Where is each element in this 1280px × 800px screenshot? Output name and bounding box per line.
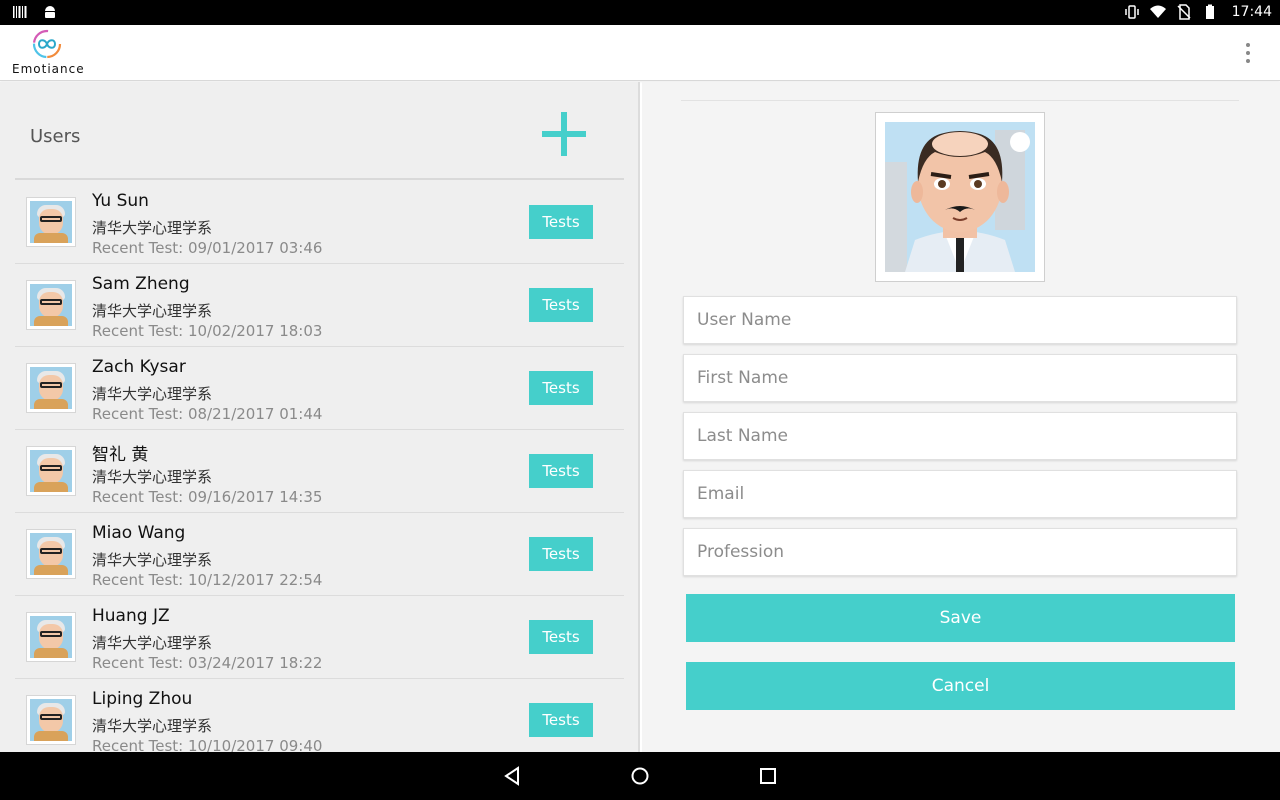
user-list-item[interactable]: Huang JZ 清华大学心理学系 Recent Test: 03/24/201…	[15, 596, 624, 679]
tests-button[interactable]: Tests	[529, 620, 593, 654]
user-name: Liping Zhou	[92, 689, 193, 709]
user-name: 智礼 黄	[92, 445, 149, 465]
user-list-item[interactable]: Sam Zheng 清华大学心理学系 Recent Test: 10/02/20…	[15, 264, 624, 347]
no-sim-icon	[1177, 4, 1191, 20]
status-bar: 17:44	[0, 0, 1280, 25]
avatar-cartoon-icon	[885, 122, 1035, 272]
user-department: 清华大学心理学系	[92, 717, 213, 735]
user-name: Huang JZ	[92, 606, 170, 626]
app-bar: Emotiance	[0, 25, 1280, 81]
user-department: 清华大学心理学系	[92, 468, 213, 486]
last-name-field[interactable]	[683, 412, 1237, 460]
add-user-button[interactable]	[542, 112, 586, 156]
user-recent-test: Recent Test: 03/24/2017 18:22	[92, 654, 323, 672]
email-field[interactable]	[683, 470, 1237, 518]
email-input[interactable]	[684, 471, 1236, 517]
user-department: 清华大学心理学系	[92, 219, 213, 237]
tests-button[interactable]: Tests	[529, 454, 593, 488]
avatar	[26, 363, 76, 413]
save-button[interactable]: Save	[686, 594, 1235, 642]
barcode-icon	[13, 6, 27, 18]
user-recent-test: Recent Test: 10/02/2017 18:03	[92, 322, 323, 340]
divider	[681, 100, 1239, 101]
user-recent-test: Recent Test: 09/16/2017 14:35	[92, 488, 323, 506]
wifi-icon	[1149, 5, 1166, 18]
tests-button[interactable]: Tests	[529, 703, 593, 737]
user-department: 清华大学心理学系	[92, 385, 213, 403]
cancel-button[interactable]: Cancel	[686, 662, 1235, 710]
user-list-item[interactable]: Miao Wang 清华大学心理学系 Recent Test: 10/12/20…	[15, 513, 624, 596]
avatar	[26, 197, 76, 247]
profession-field[interactable]	[683, 528, 1237, 576]
tests-button[interactable]: Tests	[529, 288, 593, 322]
users-header: Users	[15, 82, 624, 180]
tests-button[interactable]: Tests	[529, 537, 593, 571]
avatar	[26, 446, 76, 496]
user-recent-test: Recent Test: 10/10/2017 09:40	[92, 737, 323, 752]
battery-icon	[1205, 4, 1214, 19]
recents-icon[interactable]	[756, 764, 780, 788]
user-name: Miao Wang	[92, 523, 186, 543]
user-form-panel: Save Cancel	[642, 82, 1280, 752]
user-department: 清华大学心理学系	[92, 302, 213, 320]
profession-input[interactable]	[684, 529, 1236, 575]
navigation-bar	[0, 752, 1280, 800]
user-list-item[interactable]: 智礼 黄 清华大学心理学系 Recent Test: 09/16/2017 14…	[15, 430, 624, 513]
app-logo: Emotiance	[12, 29, 84, 77]
username-input[interactable]	[684, 297, 1236, 343]
tests-button[interactable]: Tests	[529, 205, 593, 239]
user-recent-test: Recent Test: 09/01/2017 03:46	[92, 239, 323, 257]
home-icon[interactable]	[628, 764, 652, 788]
user-name: Sam Zheng	[92, 274, 190, 294]
last-name-input[interactable]	[684, 413, 1236, 459]
logo-text: Emotiance	[12, 62, 85, 76]
users-panel: Users Yu Sun 清华大学心理学系 Recent Test: 09/01…	[0, 82, 640, 752]
first-name-field[interactable]	[683, 354, 1237, 402]
user-department: 清华大学心理学系	[92, 634, 213, 652]
user-list-item[interactable]: Yu Sun 清华大学心理学系 Recent Test: 09/01/2017 …	[15, 181, 624, 264]
vibrate-icon	[1124, 5, 1139, 19]
user-recent-test: Recent Test: 10/12/2017 22:54	[92, 571, 323, 589]
users-title: Users	[30, 126, 81, 147]
user-list-item[interactable]: Zach Kysar 清华大学心理学系 Recent Test: 08/21/2…	[15, 347, 624, 430]
profile-photo[interactable]	[875, 112, 1045, 282]
clock: 17:44	[1231, 4, 1272, 20]
avatar	[26, 612, 76, 662]
tests-button[interactable]: Tests	[529, 371, 593, 405]
back-icon[interactable]	[500, 764, 524, 788]
user-department: 清华大学心理学系	[92, 551, 213, 569]
username-field[interactable]	[683, 296, 1237, 344]
more-vert-icon[interactable]	[1238, 41, 1258, 65]
user-name: Yu Sun	[92, 191, 149, 211]
user-list-item[interactable]: Liping Zhou 清华大学心理学系 Recent Test: 10/10/…	[15, 679, 624, 752]
android-icon	[45, 6, 55, 18]
user-list: Yu Sun 清华大学心理学系 Recent Test: 09/01/2017 …	[15, 181, 624, 752]
first-name-input[interactable]	[684, 355, 1236, 401]
avatar	[26, 280, 76, 330]
user-recent-test: Recent Test: 08/21/2017 01:44	[92, 405, 323, 423]
avatar	[26, 529, 76, 579]
infinity-logo-icon	[32, 29, 62, 59]
user-name: Zach Kysar	[92, 357, 186, 377]
avatar	[26, 695, 76, 745]
